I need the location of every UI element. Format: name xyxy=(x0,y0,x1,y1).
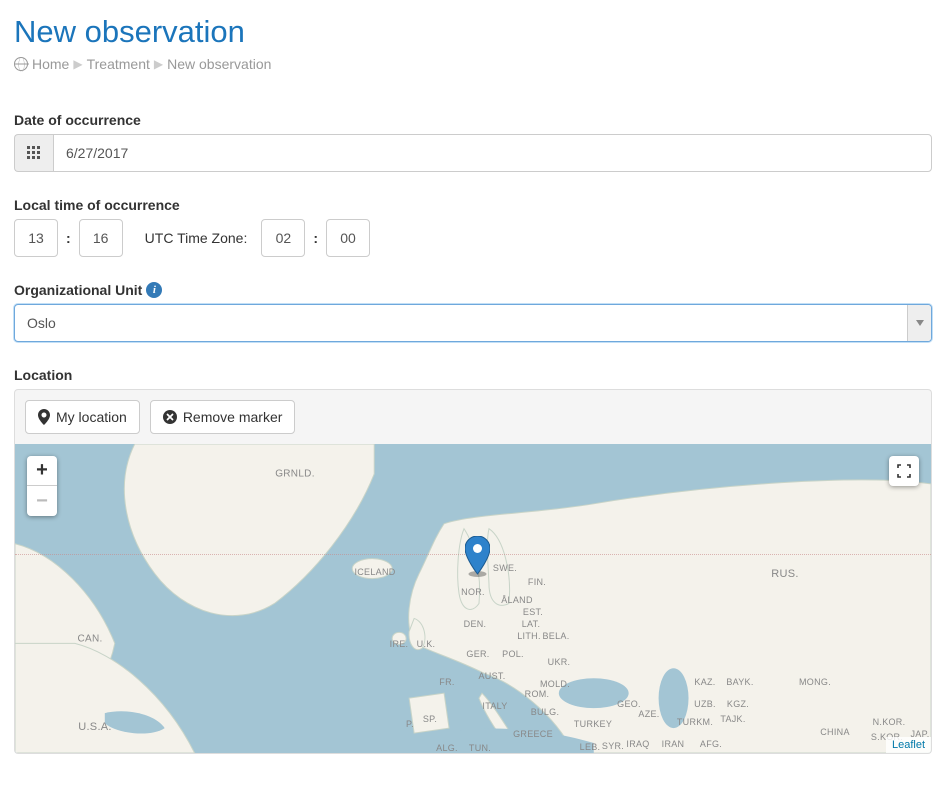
time-label: Local time of occurrence xyxy=(14,197,932,213)
map-label: GER. xyxy=(466,649,489,659)
map-label: CHINA xyxy=(820,727,850,737)
date-input[interactable] xyxy=(53,134,932,172)
tz-minute-input[interactable] xyxy=(326,219,370,257)
breadcrumb-treatment[interactable]: Treatment xyxy=(87,56,150,72)
fullscreen-icon xyxy=(897,464,911,478)
info-icon[interactable]: i xyxy=(146,282,162,298)
map-label: N.KOR. xyxy=(873,717,906,727)
breadcrumb-home[interactable]: Home xyxy=(32,56,69,72)
breadcrumb: Home ▶ Treatment ▶ New observation xyxy=(14,56,932,72)
minute-input[interactable] xyxy=(79,219,123,257)
tz-hour-input[interactable] xyxy=(261,219,305,257)
map-label: BELA. xyxy=(542,631,569,641)
map-label: GREECE xyxy=(513,729,553,739)
map-label: LITH. xyxy=(517,631,541,641)
map-label: BAYK. xyxy=(726,677,753,687)
map-label: EST. xyxy=(523,607,543,617)
map-label: AZE. xyxy=(638,709,659,719)
map-label: ITALY xyxy=(482,701,507,711)
arctic-circle-line xyxy=(15,554,931,555)
map-label: U.K. xyxy=(417,639,436,649)
map-label: MONG. xyxy=(799,677,831,687)
map-label: GEO. xyxy=(617,699,641,709)
map-label: TURKM. xyxy=(677,717,713,727)
breadcrumb-current: New observation xyxy=(167,56,271,72)
my-location-button[interactable]: My location xyxy=(25,400,140,434)
remove-marker-button[interactable]: Remove marker xyxy=(150,400,296,434)
my-location-label: My location xyxy=(56,409,127,425)
map-tiles xyxy=(15,444,931,753)
map-label: UKR. xyxy=(548,657,571,667)
map-label: TURKEY xyxy=(574,719,612,729)
map-label: ALG. xyxy=(436,743,458,753)
location-label: Location xyxy=(14,367,932,383)
map-label: KGZ. xyxy=(727,699,749,709)
map-label: IRAQ xyxy=(626,739,649,749)
map-label: LAT. xyxy=(522,619,541,629)
map-label: AUST. xyxy=(478,671,505,681)
map-label: U.S.A. xyxy=(78,721,112,733)
chevron-right-icon: ▶ xyxy=(73,57,82,71)
tz-label: UTC Time Zone: xyxy=(145,230,248,246)
map-label: FR. xyxy=(439,677,454,687)
org-unit-select[interactable] xyxy=(14,304,932,342)
map-label: SP. xyxy=(423,714,437,724)
map-toolbar: My location Remove marker xyxy=(14,389,932,444)
leaflet-link[interactable]: Leaflet xyxy=(892,739,925,751)
org-unit-label: Organizational Unit i xyxy=(14,282,932,298)
map-label: FIN. xyxy=(528,577,546,587)
map-label: RUS. xyxy=(771,568,798,580)
time-separator: : xyxy=(313,230,318,246)
map-label: MOLD. xyxy=(540,679,570,689)
map-label: KAZ. xyxy=(694,677,715,687)
map-attribution: Leaflet xyxy=(886,737,931,753)
calendar-icon[interactable] xyxy=(14,134,53,172)
map-label: NOR. xyxy=(461,587,485,597)
map-label: IRE. xyxy=(390,639,409,649)
map-label: AFG. xyxy=(700,739,722,749)
map-label: TUN. xyxy=(469,743,491,753)
map-label: ROM. xyxy=(525,689,550,699)
map-label: CAN. xyxy=(77,634,102,645)
zoom-out-button[interactable]: − xyxy=(27,486,57,516)
map-label: ICELAND xyxy=(354,567,395,577)
map-label: LEB. xyxy=(580,742,601,752)
map-label: POL. xyxy=(502,649,524,659)
map-label: DEN. xyxy=(464,619,487,629)
page-title: New observation xyxy=(14,14,932,50)
map-label: GRNLD. xyxy=(275,469,315,480)
map-label: TAJK. xyxy=(720,714,745,724)
chevron-right-icon: ▶ xyxy=(154,57,163,71)
map-label: IRAN xyxy=(662,739,685,749)
zoom-in-button[interactable]: + xyxy=(27,456,57,486)
date-label: Date of occurrence xyxy=(14,112,932,128)
map-label: SWE. xyxy=(493,563,517,573)
fullscreen-button[interactable] xyxy=(889,456,919,486)
pin-icon xyxy=(38,409,50,425)
map-label: P. xyxy=(406,719,414,729)
remove-marker-label: Remove marker xyxy=(183,409,283,425)
map-label: BULG. xyxy=(531,707,560,717)
map-label: SYR. xyxy=(602,741,624,751)
map-label: UZB. xyxy=(694,699,716,709)
zoom-control: + − xyxy=(27,456,57,516)
globe-icon xyxy=(14,57,28,71)
map-label: ÅLAND xyxy=(501,595,533,605)
close-icon xyxy=(163,410,177,424)
hour-input[interactable] xyxy=(14,219,58,257)
org-unit-label-text: Organizational Unit xyxy=(14,282,142,298)
map[interactable]: GRNLD. ICELAND CAN. U.S.A. RUS. NOR. SWE… xyxy=(14,444,932,754)
time-separator: : xyxy=(66,230,71,246)
